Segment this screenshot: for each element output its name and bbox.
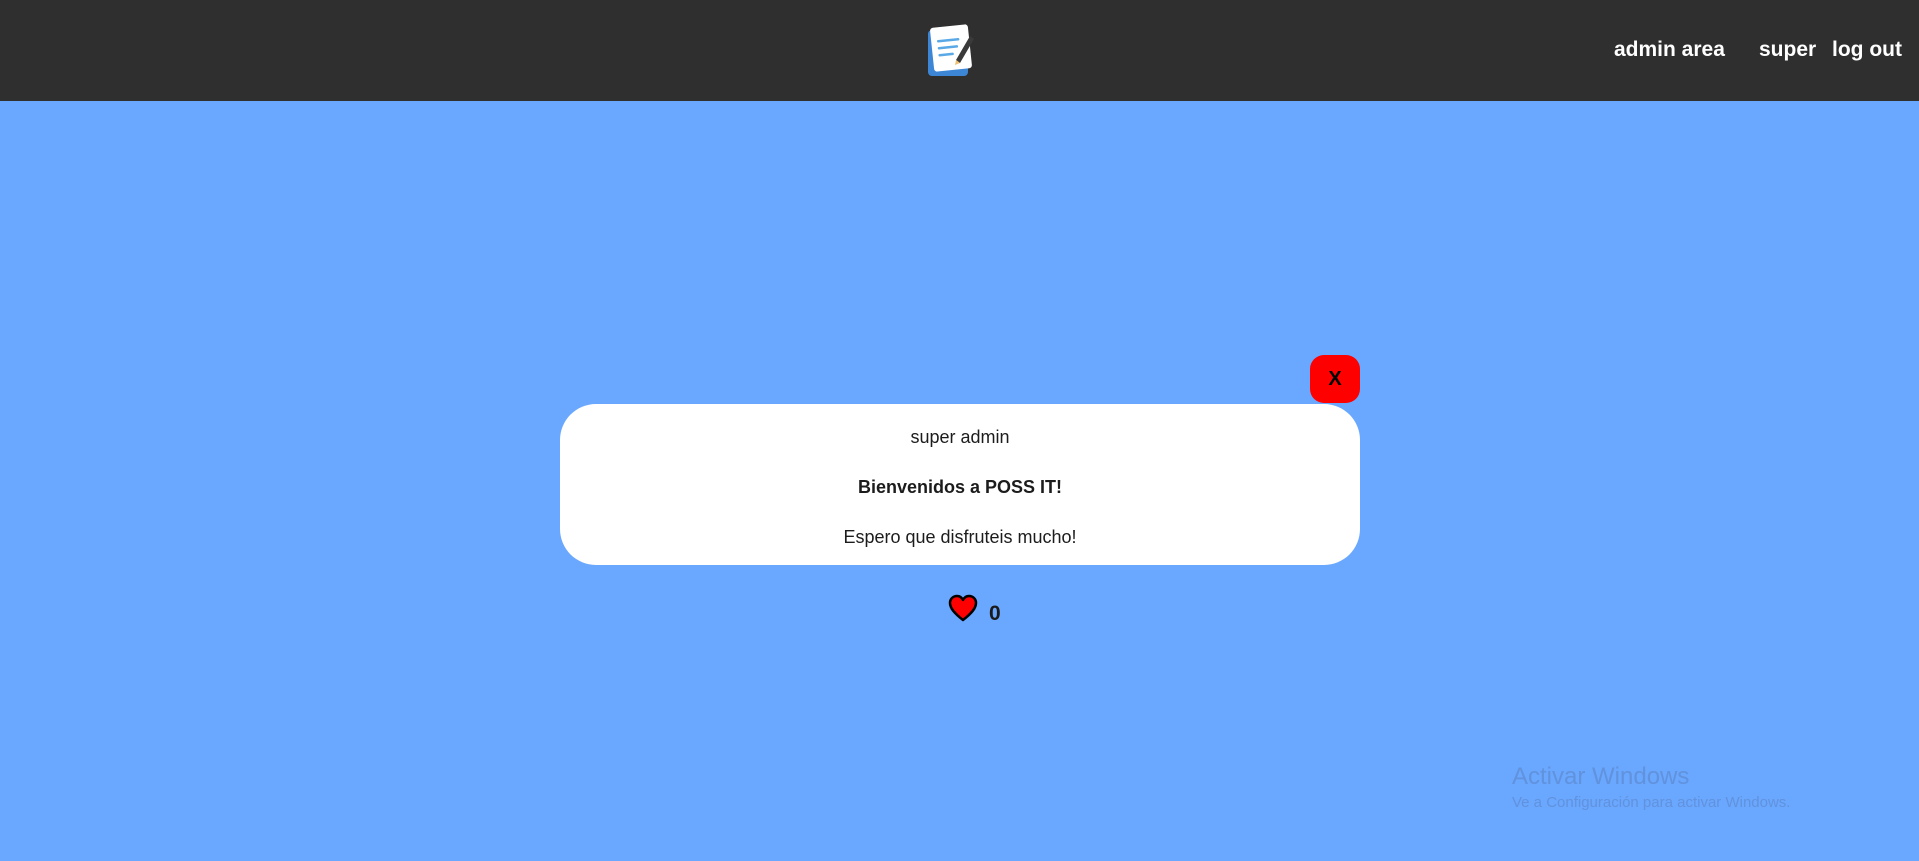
notepad-pencil-icon[interactable] [924, 20, 976, 78]
like-count: 0 [989, 602, 1001, 625]
watermark-title: Activar Windows [1512, 763, 1690, 790]
logout-link[interactable]: log out [1832, 36, 1902, 64]
post-author: super admin [910, 427, 1010, 447]
post-title: Bienvenidos a POSS IT! [857, 477, 1063, 497]
windows-activation-watermark: Activar Windows Ve a Configuración para … [1512, 762, 1790, 814]
post-card: super admin Bienvenidos a POSS IT! Esper… [560, 404, 1360, 565]
post-body: Espero que disfruteis mucho! [843, 527, 1077, 547]
close-post-button[interactable]: X [1310, 355, 1360, 403]
watermark-subtitle: Ve a Configuración para activar Windows. [1512, 794, 1791, 811]
admin-area-link[interactable]: admin area [1614, 36, 1725, 64]
heart-icon[interactable] [948, 594, 978, 622]
top-navbar: admin area super log out [0, 0, 1919, 101]
user-link[interactable]: super [1759, 36, 1816, 64]
